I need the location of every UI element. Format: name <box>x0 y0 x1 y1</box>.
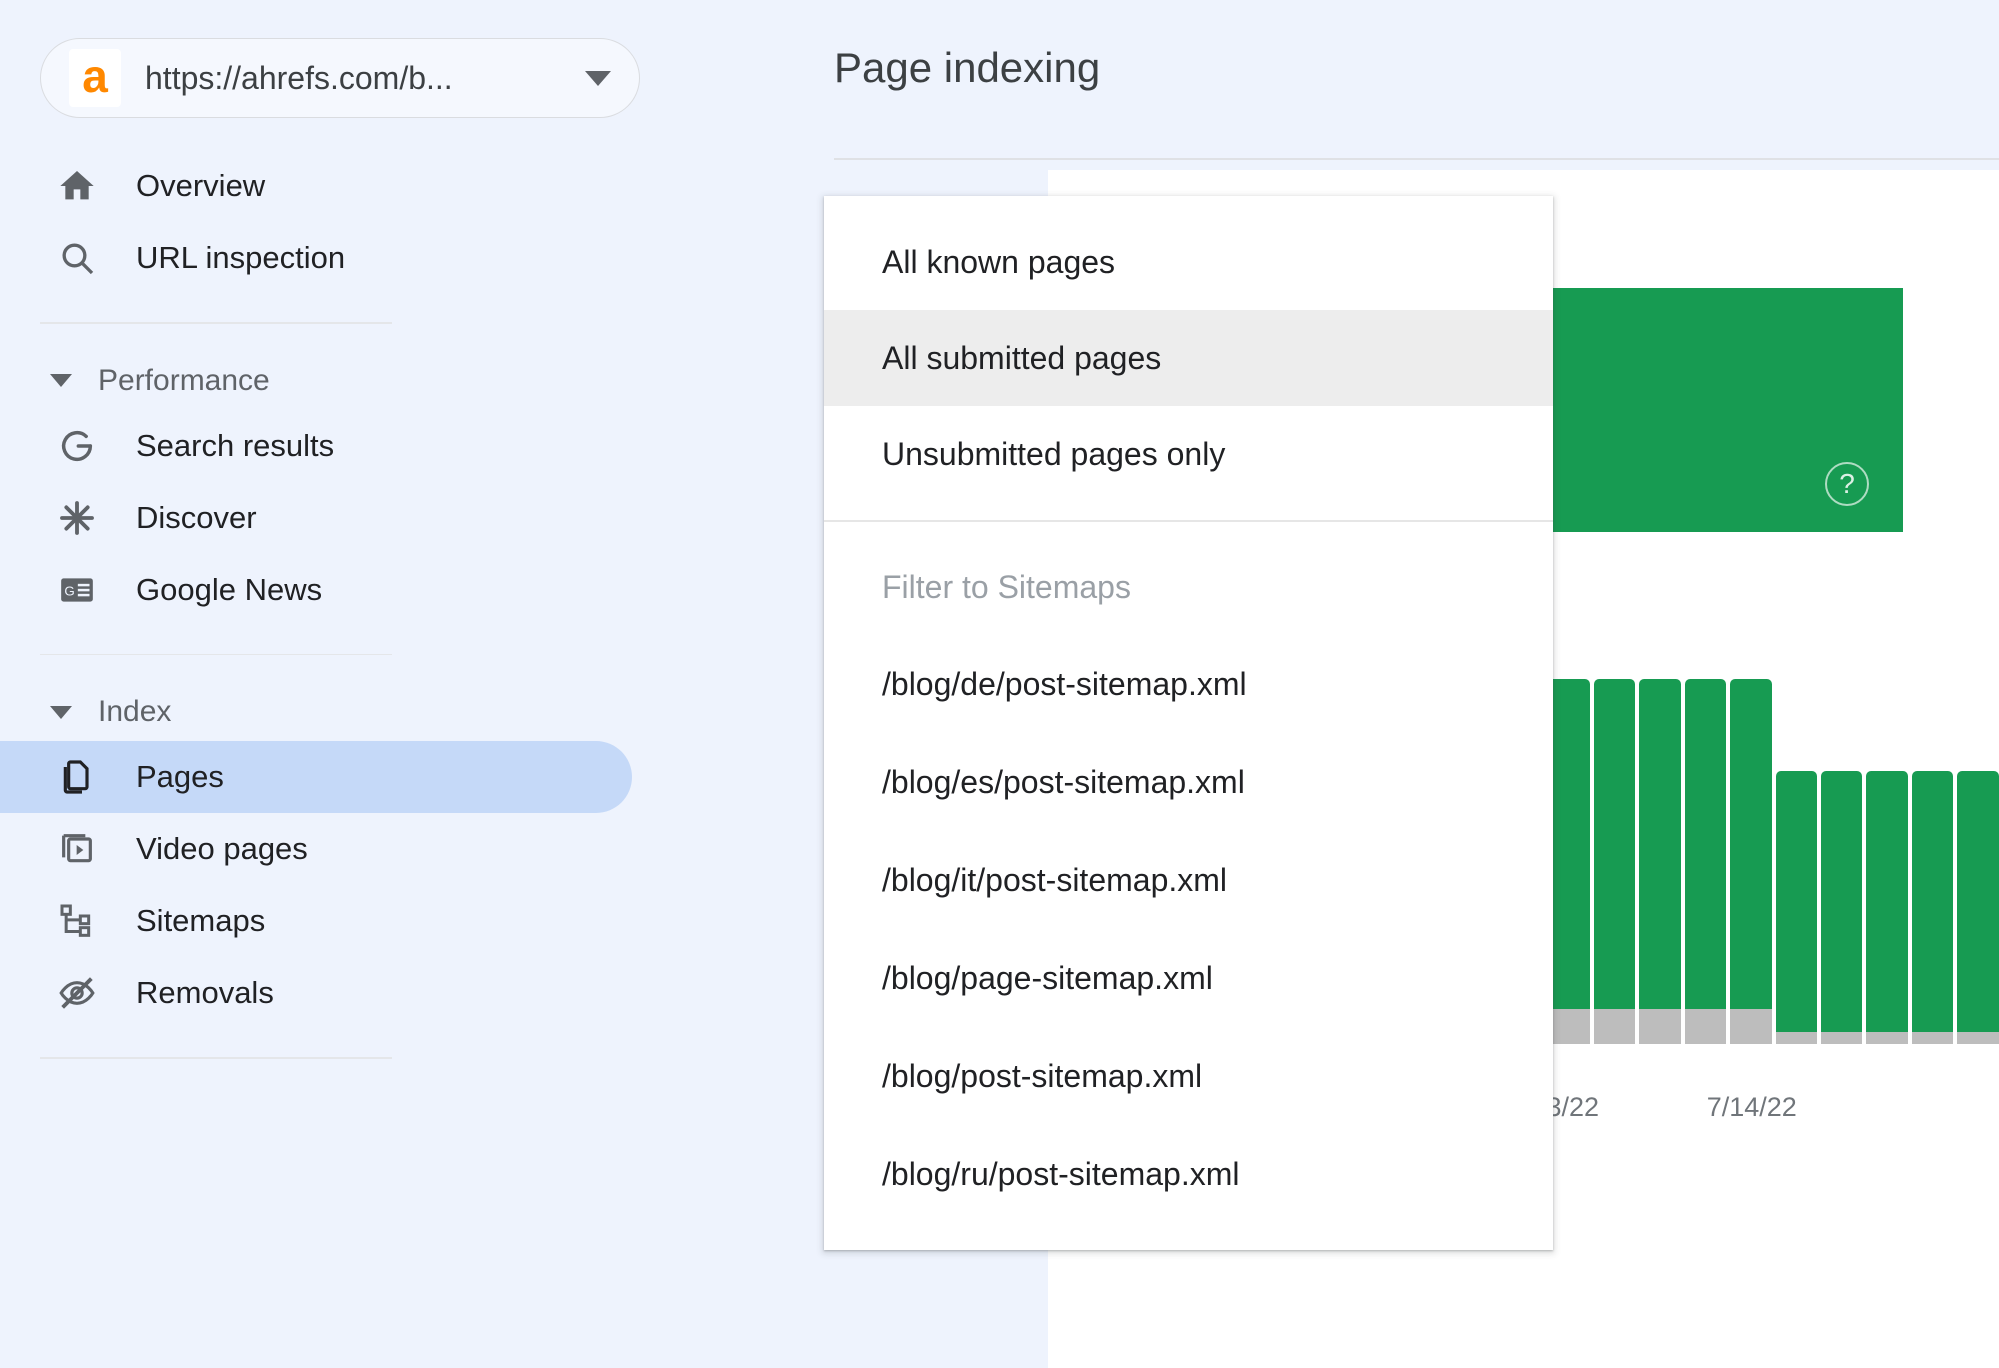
chart-bar-segment-indexed <box>1730 679 1772 1010</box>
chart-bar[interactable] <box>1730 660 1772 1044</box>
sidebar-item-label: Sitemaps <box>136 903 266 938</box>
sidebar-section-performance[interactable]: Performance <box>0 352 812 410</box>
property-url-label: https://ahrefs.com/b... <box>145 59 453 96</box>
sidebar-section-label: Performance <box>98 363 270 397</box>
dropdown-sitemaps-header: Filter to Sitemaps <box>882 569 1131 605</box>
video-pages-icon <box>56 828 98 870</box>
chart-bar-segment-not-indexed <box>1911 1032 1954 1044</box>
chart-bar[interactable] <box>1775 660 1817 1044</box>
dropdown-option-all-known-pages[interactable]: All known pages <box>824 214 1553 310</box>
dropdown-sitemap-item[interactable]: /blog/es/post-sitemap.xml <box>824 734 1553 832</box>
sidebar-item-video-pages[interactable]: Video pages <box>0 813 632 885</box>
chart-bar-segment-not-indexed <box>1639 1009 1681 1044</box>
sitemap-filter-dropdown[interactable]: All known pages All submitted pages Unsu… <box>824 196 1553 1250</box>
home-icon <box>56 165 98 207</box>
chart-bar-segment-indexed <box>1593 679 1636 1010</box>
chart-bar-segment-indexed <box>1775 771 1817 1033</box>
sidebar-item-label: Overview <box>136 168 266 203</box>
sidebar-item-label: Discover <box>136 499 257 535</box>
sidebar-item-label: Video pages <box>136 831 308 866</box>
chart-bar[interactable] <box>1820 660 1863 1044</box>
help-circle-icon[interactable]: ? <box>1825 462 1869 506</box>
sidebar-item-label: Google News <box>136 571 323 607</box>
dropdown-sitemap-item[interactable]: /blog/page-sitemap.xml <box>824 930 1553 1028</box>
chart-bar-segment-indexed <box>1820 771 1863 1033</box>
sidebar-item-label: Search results <box>136 427 335 463</box>
chart-bar-segment-indexed <box>1866 771 1908 1033</box>
chart-bar[interactable] <box>1911 660 1954 1044</box>
dropdown-sitemap-item[interactable]: /blog/de/post-sitemap.xml <box>824 636 1553 734</box>
dropdown-option-unsubmitted-pages-only[interactable]: Unsubmitted pages only <box>824 406 1553 502</box>
property-selector[interactable]: a https://ahrefs.com/b... <box>40 38 640 118</box>
chart-bar-segment-indexed <box>1684 679 1727 1010</box>
sidebar-item-url-inspection[interactable]: URL inspection <box>0 222 632 294</box>
sidebar-item-removals[interactable]: Removals <box>0 957 632 1029</box>
chart-bar-segment-not-indexed <box>1684 1009 1727 1044</box>
chart-bar[interactable] <box>1593 660 1636 1044</box>
sidebar-item-discover[interactable]: Discover <box>0 482 632 554</box>
sidebar-item-label: URL inspection <box>136 240 346 275</box>
chart-bar[interactable] <box>1957 660 1999 1044</box>
page-title: Page indexing <box>834 44 1101 91</box>
sidebar-item-label: Removals <box>136 975 274 1010</box>
chart-bar[interactable] <box>1866 660 1908 1044</box>
dropdown-sitemaps-group: Filter to Sitemaps /blog/de/post-sitemap… <box>824 522 1553 1251</box>
sidebar-divider-3 <box>40 1057 392 1059</box>
sidebar-section-index[interactable]: Index <box>0 683 812 741</box>
dropdown-sitemap-item[interactable]: /blog/ru/post-sitemap.xml <box>824 1126 1553 1224</box>
sidebar-item-label: Pages <box>136 759 224 794</box>
app-root: a https://ahrefs.com/b... Overview URL i… <box>0 0 1999 1368</box>
dropdown-scope-group: All known pages All submitted pages Unsu… <box>824 196 1553 520</box>
chevron-down-icon <box>50 705 72 719</box>
chart-bar-segment-indexed <box>1639 679 1681 1010</box>
dropdown-sitemap-item[interactable]: /blog/it/post-sitemap.xml <box>824 832 1553 930</box>
sidebar-section-label: Index <box>98 695 172 728</box>
dropdown-option-all-submitted-pages[interactable]: All submitted pages <box>824 310 1553 406</box>
chart-bar-segment-indexed <box>1911 771 1954 1033</box>
sidebar-item-overview[interactable]: Overview <box>0 150 632 222</box>
discover-asterisk-icon <box>56 497 98 539</box>
chart-bar[interactable] <box>1639 660 1681 1044</box>
sitemaps-tree-icon <box>56 900 98 942</box>
google-g-icon <box>56 425 98 467</box>
google-news-icon: G <box>56 569 98 611</box>
chart-bar-segment-not-indexed <box>1866 1032 1908 1044</box>
svg-text:G: G <box>64 583 74 598</box>
sidebar-item-google-news[interactable]: G Google News <box>0 554 632 626</box>
chevron-down-icon <box>50 374 72 387</box>
chart-bar-segment-indexed <box>1548 679 1590 1010</box>
chart-bar-segment-not-indexed <box>1775 1032 1817 1044</box>
chart-bar[interactable] <box>1548 660 1590 1044</box>
sidebar-divider-1 <box>40 322 392 324</box>
property-favicon-icon: a <box>69 49 121 107</box>
chart-bar-segment-not-indexed <box>1548 1009 1590 1044</box>
sidebar-item-pages[interactable]: Pages <box>0 741 632 813</box>
sidebar: a https://ahrefs.com/b... Overview URL i… <box>0 0 812 1368</box>
chart-bar-segment-not-indexed <box>1730 1009 1772 1044</box>
sidebar-divider-2 <box>40 653 392 655</box>
search-icon <box>56 237 98 279</box>
eye-off-icon <box>56 972 98 1014</box>
chart-x-tick-label: 7/14/22 <box>1706 1092 1797 1122</box>
chart-bar-segment-indexed <box>1957 771 1999 1033</box>
pages-copy-icon <box>56 756 98 798</box>
dropdown-sitemap-item[interactable]: /blog/post-sitemap.xml <box>824 1028 1553 1126</box>
dropdown-sitemap-item[interactable]: /blog/sitemap_index.xml <box>824 1224 1553 1251</box>
chart-bar-segment-not-indexed <box>1820 1032 1863 1044</box>
chart-bar-segment-not-indexed <box>1593 1009 1636 1044</box>
title-divider <box>834 158 1999 160</box>
sidebar-item-sitemaps[interactable]: Sitemaps <box>0 885 632 957</box>
chart-bar-segment-not-indexed <box>1957 1032 1999 1044</box>
chart-bar[interactable] <box>1684 660 1727 1044</box>
chevron-down-icon[interactable] <box>585 70 611 86</box>
sidebar-nav: Overview URL inspection Performance Sear… <box>0 150 812 1087</box>
sidebar-item-search-results[interactable]: Search results <box>0 410 632 482</box>
